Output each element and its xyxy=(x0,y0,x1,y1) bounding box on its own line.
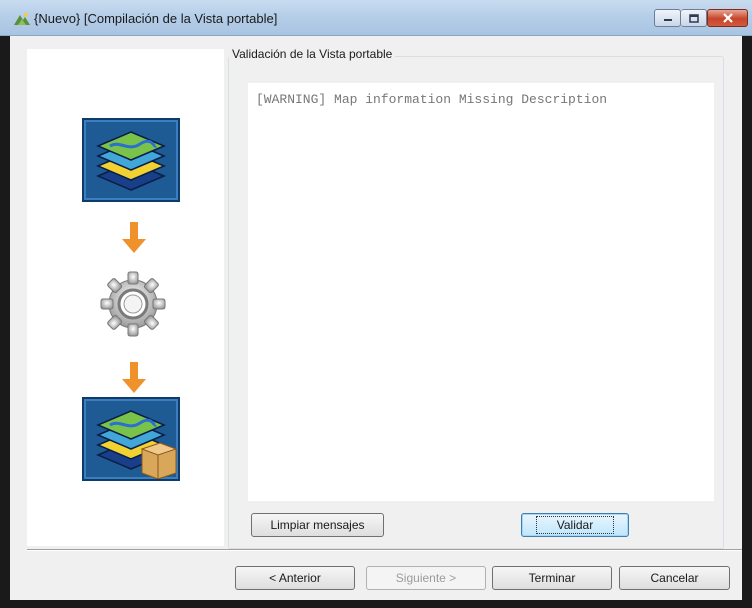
clear-messages-button[interactable]: Limpiar mensajes xyxy=(251,513,384,537)
validate-button-label: Validar xyxy=(535,516,615,534)
steps-panel xyxy=(27,49,224,546)
validate-button[interactable]: Validar xyxy=(521,513,629,537)
map-layers-package-icon xyxy=(82,397,180,481)
validation-log[interactable]: [WARNING] Map information Missing Descri… xyxy=(248,83,714,501)
minimize-icon xyxy=(663,19,672,21)
close-icon xyxy=(722,13,733,23)
cancel-button[interactable]: Cancelar xyxy=(619,566,730,590)
window-title: {Nuevo} [Compilación de la Vista portabl… xyxy=(34,11,278,26)
footer-separator xyxy=(27,549,742,551)
wizard-window: {Nuevo} [Compilación de la Vista portabl… xyxy=(0,0,752,608)
validation-group-label: Validación de la Vista portable xyxy=(229,47,396,61)
dialog-client: Validación de la Vista portable [WARNING… xyxy=(10,36,742,600)
app-icon xyxy=(14,13,30,25)
maximize-button[interactable] xyxy=(681,9,707,27)
finish-button[interactable]: Terminar xyxy=(492,566,612,590)
minimize-button[interactable] xyxy=(654,9,681,27)
arrow-down-icon xyxy=(122,362,146,393)
maximize-icon xyxy=(688,13,699,23)
title-bar[interactable]: {Nuevo} [Compilación de la Vista portabl… xyxy=(0,0,752,36)
gear-icon xyxy=(100,271,166,337)
map-layers-icon xyxy=(82,118,180,202)
arrow-down-icon xyxy=(122,222,146,253)
next-button[interactable]: Siguiente > xyxy=(366,566,486,590)
close-button[interactable] xyxy=(707,9,748,27)
back-button[interactable]: < Anterior xyxy=(235,566,355,590)
